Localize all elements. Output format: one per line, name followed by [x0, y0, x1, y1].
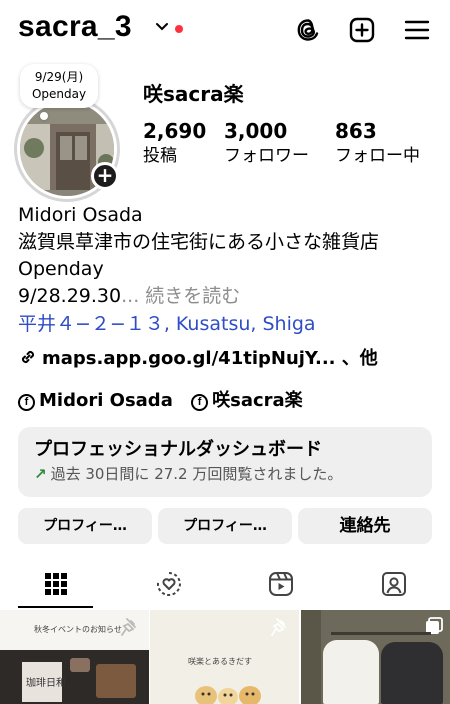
- fb-page-text: 咲sacra楽: [212, 390, 303, 411]
- grid-post-2[interactable]: 咲楽とあるきだす: [150, 610, 299, 704]
- profile-note-bubble[interactable]: 9/29(月) Openday: [20, 64, 98, 108]
- link-icon: [21, 350, 35, 364]
- post-1-cup: [70, 658, 90, 672]
- facebook-links-row: f Midori Osada f 咲sacra楽: [18, 386, 303, 412]
- post-3-rail: [331, 632, 431, 635]
- location-link[interactable]: 平井４−２−１３, Kusatsu, Shiga: [18, 311, 316, 337]
- heart-circle-icon: [156, 572, 181, 596]
- post-1-image: 珈琲日和: [0, 650, 149, 704]
- tab-grid[interactable]: [36, 566, 76, 602]
- facebook-icon: f: [18, 394, 35, 411]
- reels-icon: [269, 572, 293, 596]
- following-count: 863: [335, 119, 377, 143]
- dashboard-subtitle: ↗ 過去 30日間に 27.2 万回閲覧されました。: [34, 463, 416, 485]
- username-switcher[interactable]: sacra_3: [18, 10, 132, 44]
- post-1-cake: [96, 664, 136, 698]
- grid-icon: [45, 573, 67, 595]
- tab-tagged[interactable]: [374, 566, 414, 602]
- note-line-2: Openday: [31, 87, 87, 101]
- posts-stat[interactable]: 2,690 投稿: [143, 118, 206, 168]
- read-more-link[interactable]: ... 続きを読む: [121, 285, 240, 307]
- facebook-link-page[interactable]: f 咲sacra楽: [191, 390, 303, 411]
- followers-count: 3,000: [224, 119, 288, 143]
- facebook-icon: f: [191, 394, 209, 411]
- posts-count: 2,690: [143, 119, 207, 143]
- edit-profile-button[interactable]: プロフィー…: [18, 508, 152, 544]
- tab-reels[interactable]: [261, 566, 301, 602]
- top-header: sacra_3: [0, 0, 450, 60]
- followers-label: フォロワー: [224, 146, 309, 166]
- plus-square-icon[interactable]: [348, 16, 376, 44]
- active-tab-indicator: [18, 606, 93, 608]
- posts-label: 投稿: [143, 146, 177, 166]
- note-bubble-tail: [40, 112, 48, 120]
- note-line-1: 9/29(月): [34, 70, 84, 84]
- pin-icon: [271, 618, 286, 636]
- fb-name-text: Midori Osada: [39, 390, 173, 411]
- following-stat[interactable]: 863 フォロー中: [335, 118, 420, 168]
- post-2-caption: 咲楽とあるきだす: [188, 657, 252, 666]
- tab-liked[interactable]: [149, 566, 189, 602]
- threads-icon[interactable]: [294, 16, 322, 44]
- bio-line-2: Openday: [18, 258, 104, 280]
- post-3-white-skirt: [323, 640, 379, 704]
- bio-name: Midori Osada: [18, 204, 143, 226]
- bio-line-3: 9/28.29.30... 続きを読む: [18, 283, 240, 309]
- chevron-down-icon[interactable]: [156, 22, 168, 32]
- following-label: フォロー中: [335, 146, 420, 166]
- dashboard-title: プロフェッショナルダッシュボード: [34, 439, 322, 460]
- bio-line-3-text: 9/28.29.30: [18, 285, 122, 307]
- bio-link-row[interactable]: maps.app.goo.gl/41tipNujY... 、他: [18, 344, 378, 370]
- display-name: 咲sacra楽: [143, 82, 244, 106]
- professional-dashboard-card[interactable]: プロフェッショナルダッシュボード ↗ 過去 30日間に 27.2 万回閲覧されまし…: [18, 427, 432, 497]
- post-1-art-text: 珈琲日和: [26, 678, 66, 689]
- add-story-button[interactable]: +: [91, 162, 119, 190]
- bio-line-1: 滋賀県草津市の住宅街にある小さな雑貨店: [18, 231, 380, 253]
- share-profile-button[interactable]: プロフィー…: [158, 508, 292, 544]
- notification-dot: [175, 25, 183, 33]
- post-3-black-skirt: [381, 642, 443, 704]
- followers-stat[interactable]: 3,000 フォロワー: [224, 118, 309, 168]
- bio-link-text: maps.app.goo.gl/41tipNujY... 、他: [42, 348, 378, 369]
- post-2-illustration: [195, 686, 261, 704]
- contact-button[interactable]: 連絡先: [298, 508, 432, 544]
- tagged-user-icon: [382, 572, 406, 596]
- hamburger-menu-icon[interactable]: [403, 16, 431, 44]
- grid-post-1[interactable]: 秋冬イベントのお知らせ 珈琲日和: [0, 610, 149, 704]
- post-3-wall: [301, 610, 321, 704]
- trend-up-icon: ↗: [34, 465, 47, 483]
- dashboard-subtitle-text: 過去 30日間に 27.2 万回閲覧されました。: [50, 465, 343, 483]
- facebook-link-name[interactable]: f Midori Osada: [18, 390, 173, 411]
- grid-post-3[interactable]: [301, 610, 450, 704]
- pin-icon: [121, 618, 136, 636]
